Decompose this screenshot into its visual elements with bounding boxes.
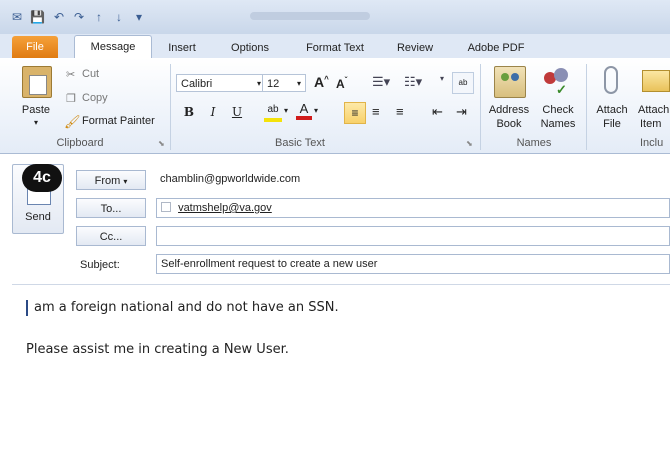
chevron-down-icon[interactable]: ▾ xyxy=(314,106,318,115)
format-painter-button[interactable]: Format Painter xyxy=(82,115,155,127)
group-separator xyxy=(480,64,481,150)
check-names-label-2[interactable]: Names xyxy=(536,118,580,130)
bullets-icon[interactable]: ☰▾ xyxy=(372,74,390,90)
body-line-2: Please assist me in creating a New User. xyxy=(26,342,289,357)
envelope-icon[interactable] xyxy=(642,70,670,92)
clear-formatting-icon[interactable]: ab xyxy=(452,72,474,94)
body-line-1: am a foreign national and do not have an… xyxy=(34,300,339,315)
tab-review[interactable]: Review xyxy=(390,38,440,58)
from-button[interactable]: From ▾ xyxy=(76,170,146,190)
copy-icon: ❐ xyxy=(66,93,76,105)
scissors-icon: ✂ xyxy=(66,69,76,81)
tab-insert[interactable]: Insert xyxy=(160,38,204,58)
font-color-icon[interactable]: A xyxy=(296,102,312,120)
chevron-down-icon: ▾ xyxy=(123,177,128,186)
chevron-down-icon: ▾ xyxy=(256,79,261,88)
window-title xyxy=(250,12,370,20)
redo-icon[interactable]: ↷ xyxy=(72,10,86,24)
grow-font-icon[interactable]: A^ xyxy=(314,74,329,90)
address-book-label-2[interactable]: Book xyxy=(484,118,534,130)
align-center-icon[interactable]: ≡ xyxy=(372,104,380,119)
list-dropdown-icon[interactable]: ▾ xyxy=(440,74,444,83)
to-button[interactable]: To... xyxy=(76,198,146,218)
customize-qat-icon[interactable]: ▾ xyxy=(132,10,146,24)
copy-button[interactable]: Copy xyxy=(82,92,108,104)
text-cursor xyxy=(26,300,28,316)
font-size-value: 12 xyxy=(267,78,280,90)
group-separator xyxy=(170,64,171,150)
attach-item-label-2[interactable]: Item xyxy=(640,118,670,130)
paste-icon[interactable] xyxy=(22,66,52,98)
shrink-font-icon[interactable]: Aˇ xyxy=(336,76,347,91)
italic-button[interactable]: I xyxy=(204,103,222,121)
undo-icon[interactable]: ↶ xyxy=(52,10,66,24)
font-name-value: Calibri xyxy=(181,78,213,90)
address-book-icon[interactable] xyxy=(494,66,526,98)
to-field[interactable]: vatmshelp@va.gov xyxy=(156,198,670,218)
paste-dropdown-icon[interactable]: ▾ xyxy=(30,118,42,127)
to-recipient[interactable]: vatmshelp@va.gov xyxy=(178,202,272,214)
font-size-combo[interactable]: 12 ▾ xyxy=(262,74,306,92)
save-icon[interactable]: 💾 xyxy=(30,10,45,24)
check-names-icon[interactable]: ✓ xyxy=(542,66,572,97)
basic-text-launcher-icon[interactable]: ⬊ xyxy=(466,139,473,148)
step-annotation-badge: 4c xyxy=(22,164,62,192)
subject-label: Subject: xyxy=(80,259,120,271)
send-label: Send xyxy=(25,211,51,223)
from-label: From xyxy=(94,175,121,187)
group-separator xyxy=(586,64,587,150)
cc-field[interactable] xyxy=(156,226,670,246)
clipboard-launcher-icon[interactable]: ⬊ xyxy=(158,139,165,148)
down-arrow-icon[interactable]: ↓ xyxy=(112,10,126,24)
increase-indent-icon[interactable]: ⇥ xyxy=(456,104,467,120)
tab-adobe-pdf[interactable]: Adobe PDF xyxy=(460,38,532,58)
recipient-icon xyxy=(161,202,171,212)
cut-button[interactable]: Cut xyxy=(82,68,99,80)
up-arrow-icon[interactable]: ↑ xyxy=(92,10,106,24)
decrease-indent-icon[interactable]: ⇤ xyxy=(432,104,443,120)
tab-message[interactable]: Message xyxy=(74,35,152,60)
paperclip-icon[interactable] xyxy=(604,66,618,94)
chevron-down-icon: ▾ xyxy=(296,79,301,88)
tab-file[interactable]: File xyxy=(12,36,58,58)
cc-button[interactable]: Cc... xyxy=(76,226,146,246)
outlook-app-icon: ✉ xyxy=(11,10,23,24)
chevron-down-icon[interactable]: ▾ xyxy=(284,106,288,115)
highlight-icon[interactable]: ab xyxy=(264,104,282,122)
check-names-label-1[interactable]: Check xyxy=(536,104,580,116)
from-value: chamblin@gpworldwide.com xyxy=(160,173,301,185)
subject-field[interactable]: Self-enrollment request to create a new … xyxy=(156,254,670,274)
align-left-icon[interactable]: ≡ xyxy=(344,102,366,124)
tab-options[interactable]: Options xyxy=(222,38,278,58)
attach-item-label-1[interactable]: Attach xyxy=(638,104,670,116)
attach-file-label-2[interactable]: File xyxy=(590,118,634,130)
clipboard-group-label: Clipboard xyxy=(56,137,104,149)
paste-button[interactable]: Paste xyxy=(18,104,54,116)
tab-format-text[interactable]: Format Text xyxy=(296,38,374,58)
underline-button[interactable]: U xyxy=(228,103,246,121)
basic-text-group-label: Basic Text xyxy=(275,137,325,149)
include-group-label: Inclu xyxy=(640,137,664,149)
names-group-label: Names xyxy=(516,137,552,149)
attach-file-label-1[interactable]: Attach xyxy=(590,104,634,116)
address-book-label-1[interactable]: Address xyxy=(484,104,534,116)
font-name-combo[interactable]: Calibri ▾ xyxy=(176,74,266,92)
format-painter-icon: 🖌 xyxy=(64,114,81,129)
align-right-icon[interactable]: ≡ xyxy=(396,104,404,119)
numbering-icon[interactable]: ☷▾ xyxy=(404,74,422,90)
bold-button[interactable]: B xyxy=(180,103,198,121)
